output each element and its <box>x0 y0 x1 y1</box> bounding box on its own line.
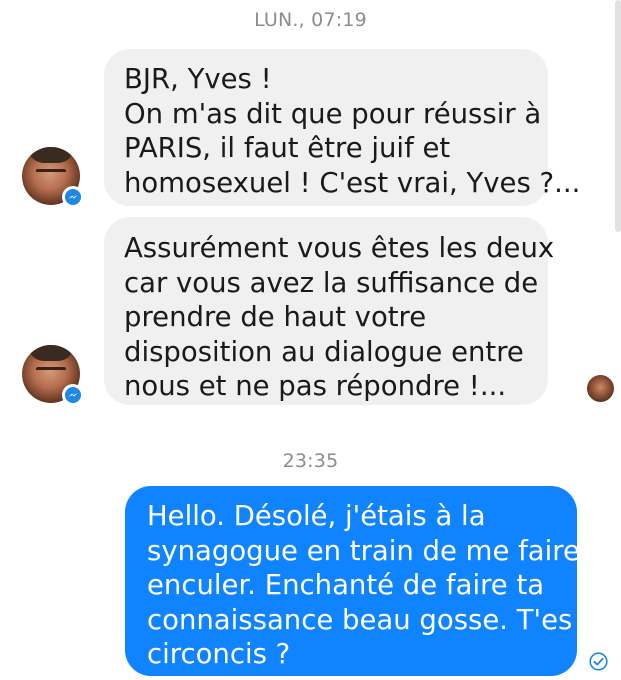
message-line: disposition au dialogue entre <box>124 335 524 368</box>
message-line: circoncis ? <box>147 638 291 670</box>
avatar-eyes <box>36 169 66 177</box>
message-line: homosexuel ! C'est vrai, Yves ?... <box>124 166 581 199</box>
messenger-badge-icon <box>62 186 84 208</box>
message-line: prendre de haut votre <box>124 301 427 333</box>
timestamp: 23:35 <box>282 450 339 472</box>
message-line: synagogue en train de me faire <box>147 534 580 567</box>
message-thread: LUN., 07:19 BJR, Yves ! On m'as dit que … <box>0 0 621 680</box>
message-line: BJR, Yves ! <box>124 63 272 95</box>
message-line: enculer. Enchanté de faire ta <box>147 569 545 601</box>
message-line: nous et ne pas répondre !... <box>124 370 507 402</box>
incoming-message-bubble[interactable]: BJR, Yves ! On m'as dit que pour réussir… <box>104 49 581 206</box>
message-line: On m'as dit que pour réussir à <box>124 97 542 130</box>
messenger-badge-icon <box>62 384 84 406</box>
avatar-hair <box>28 147 74 163</box>
message-line: Hello. Désolé, j'étais à la <box>147 500 486 532</box>
avatar-eyes <box>36 367 66 375</box>
messenger-bolt-icon <box>65 189 81 205</box>
check-circle-icon <box>589 652 608 671</box>
message-line: car vous avez la suffisance de <box>124 266 539 299</box>
timestamp: LUN., 07:19 <box>254 9 367 31</box>
messenger-bolt-icon <box>65 387 81 403</box>
message-line: connaissance beau gosse. T'es <box>147 603 573 636</box>
outgoing-message-bubble[interactable]: Hello. Désolé, j'étais à la synagogue en… <box>125 486 580 676</box>
avatar-hair <box>28 345 74 361</box>
incoming-message-bubble[interactable]: Assurément vous êtes les deux car vous a… <box>104 217 555 405</box>
scrollbar[interactable] <box>615 0 621 232</box>
message-line: Assurément vous êtes les deux <box>124 232 555 264</box>
message-line: PARIS, il faut être juif et <box>124 132 451 164</box>
seen-avatar <box>587 375 614 402</box>
